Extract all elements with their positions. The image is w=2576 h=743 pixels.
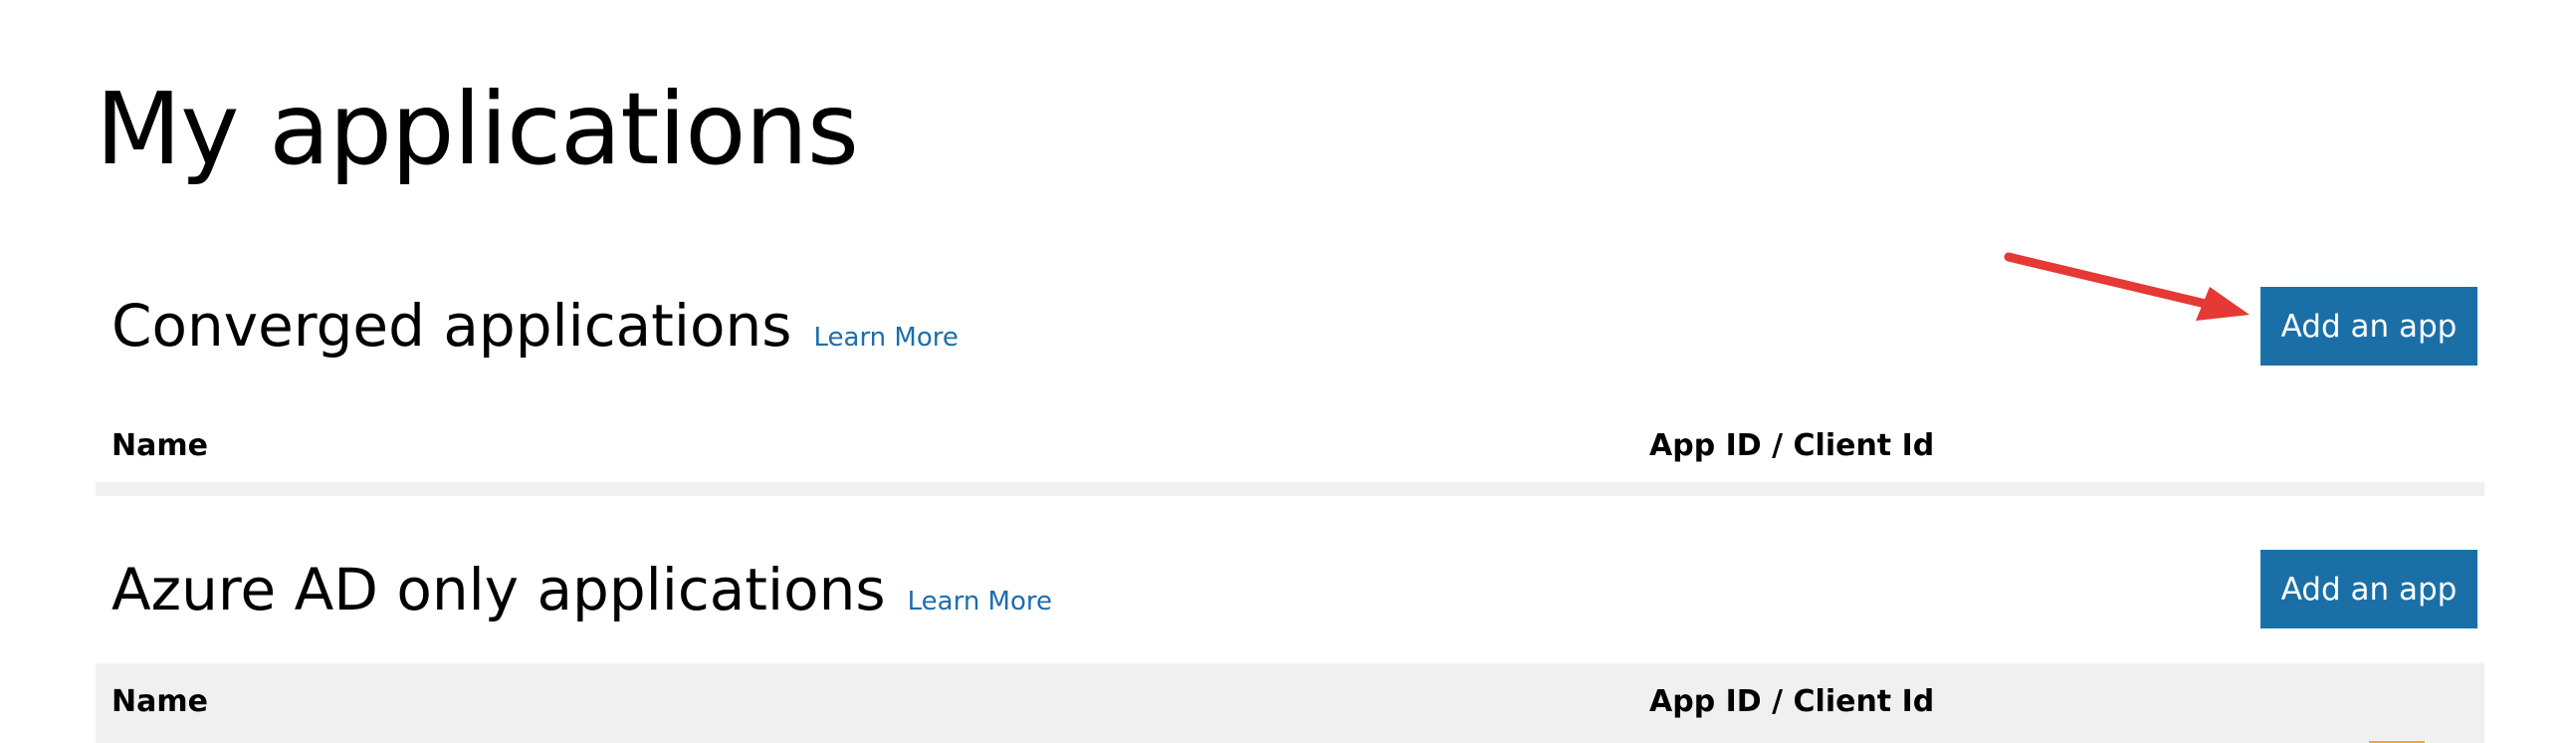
add-azure-ad-app-button[interactable]: Add an app [2260, 550, 2477, 628]
column-header-app-id[interactable]: App ID / Client Id [1649, 421, 1934, 471]
column-header-app-id[interactable]: App ID / Client Id [1649, 677, 1934, 727]
column-header-name[interactable]: Name [111, 677, 208, 727]
azure-ad-applications-heading: Azure AD only applications Learn More [111, 555, 1052, 636]
column-header-name[interactable]: Name [111, 421, 208, 471]
learn-more-link[interactable]: Learn More [813, 303, 958, 372]
red-arrow-icon [2004, 252, 2250, 321]
azure-ad-apps-table-header: Name App ID / Client Id [96, 663, 2484, 743]
learn-more-link[interactable]: Learn More [908, 567, 1052, 636]
add-converged-app-button[interactable]: Add an app [2260, 287, 2477, 366]
section-title-text: Converged applications [111, 292, 792, 360]
section-title-text: Azure AD only applications [111, 556, 886, 623]
converged-applications-heading: Converged applications Learn More [111, 291, 959, 372]
page-title: My applications [96, 71, 859, 187]
table-divider [96, 482, 2484, 496]
